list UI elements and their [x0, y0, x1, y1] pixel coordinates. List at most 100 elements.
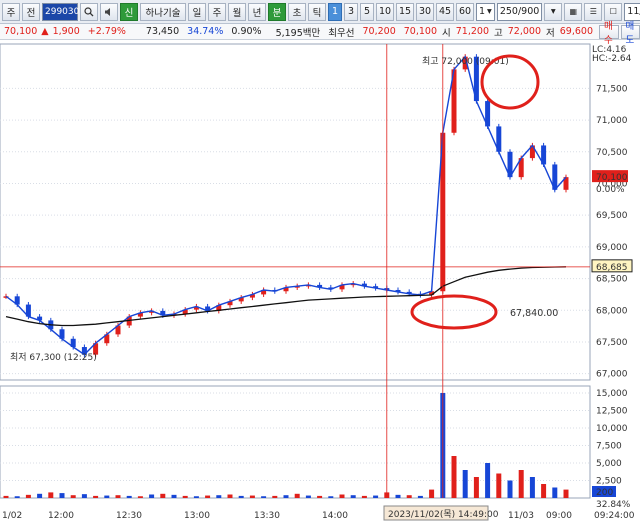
volume-bar: [205, 495, 211, 498]
volume-bar: [48, 492, 54, 498]
stock-name-label[interactable]: 하나기술: [140, 2, 186, 21]
volume-bar: [395, 494, 401, 498]
volume-bar: [3, 495, 9, 498]
down-arrow-icon[interactable]: ▾: [544, 2, 563, 21]
time-tick-label: 12:30: [116, 511, 142, 521]
interval-dropdown-value: 1: [479, 6, 486, 17]
volume-bar: [14, 496, 20, 498]
stock-code-input[interactable]: 299030: [42, 2, 79, 21]
stock-chart-window: 주 전 299030 신 하나기술 일 주 월 년 분 초 틱 1 3 5 10…: [0, 0, 640, 524]
volume-bar: [373, 495, 379, 498]
price-tick-label: 67,000: [596, 370, 628, 380]
volume-bar: [507, 480, 513, 498]
price-tick-label: 68,500: [596, 275, 628, 285]
volume-bar: [406, 495, 412, 498]
volume-value: 73,450: [145, 26, 180, 37]
high-label: 고: [494, 27, 503, 39]
volume-tick-label: 12,500: [596, 407, 628, 417]
interval-15[interactable]: 15: [396, 2, 414, 21]
interval-dropdown[interactable]: 1 ▾: [476, 2, 495, 21]
volume-bar: [451, 456, 457, 498]
open-price: 71,200: [455, 26, 489, 37]
tab-minute[interactable]: 분: [268, 2, 286, 21]
speaker-icon[interactable]: [100, 2, 118, 21]
search-icon[interactable]: [80, 2, 98, 21]
volume-bar: [93, 495, 99, 498]
interval-1[interactable]: 1: [328, 2, 342, 21]
tab-second[interactable]: 초: [288, 2, 306, 21]
current-price: 70,100: [4, 26, 38, 37]
high-price: 72,000: [507, 26, 541, 37]
tab-day[interactable]: 일: [188, 2, 206, 21]
best-offer-ask: 70,200: [362, 26, 396, 37]
chevron-down-icon: ▾: [487, 6, 492, 17]
volume-bar: [104, 495, 110, 498]
interval-10[interactable]: 10: [376, 2, 394, 21]
price-tick-label: 71,500: [596, 84, 628, 94]
volume-bar: [59, 493, 65, 498]
volume-bar: [261, 496, 267, 498]
price-chart[interactable]: 6,920(4.7%)23,060(15.8%)11,860(8.1%)27,4…: [0, 40, 640, 524]
time-tick-label: 13:30: [254, 511, 280, 521]
volume-tick-label: 7,500: [596, 442, 622, 452]
volume-bar: [462, 470, 468, 498]
price-panel: [0, 43, 591, 381]
count-display[interactable]: 250/900: [496, 2, 543, 21]
volume-bar: [473, 477, 479, 498]
list-icon[interactable]: ☰: [584, 2, 603, 21]
volume-bar: [541, 484, 547, 498]
volume-bar: [115, 495, 121, 498]
volume-bar: [238, 495, 244, 498]
volume-bar: [361, 495, 367, 498]
volume-bar: [283, 495, 289, 498]
volume-bar: [339, 494, 345, 498]
sell-button[interactable]: 매도: [620, 21, 640, 46]
volume-rate-tag: 32.84%: [596, 500, 631, 510]
tab-month[interactable]: 월: [228, 2, 246, 21]
open-label: 시: [442, 27, 451, 39]
price-tick-label: 68,000: [596, 306, 628, 316]
time-tick-label: 11/03: [508, 511, 534, 521]
volume-bar: [227, 494, 233, 498]
volume-bar: [529, 477, 535, 498]
buy-button[interactable]: 매수: [599, 21, 619, 46]
volume-panel: [0, 385, 591, 499]
volume-bar: [272, 495, 278, 498]
time-tick-label: 13:00: [184, 511, 210, 521]
best-offer-label: 최우선: [328, 27, 355, 39]
stock-credit-badge: 신: [120, 2, 138, 21]
date-tooltip: 2023/11/02(목) 14:49:00: [388, 509, 499, 520]
interval-60[interactable]: 60: [456, 2, 474, 21]
quote-bar: 70,100 ▲ 1,900 +2.79% 73,450 34.74% 0.90…: [0, 21, 640, 46]
ratio-2: 0.90%: [231, 26, 262, 37]
change-rate: +2.79%: [87, 26, 126, 37]
interval-30[interactable]: 30: [416, 2, 434, 21]
grid-icon[interactable]: ▦: [564, 2, 583, 21]
volume-tick-label: 15,000: [596, 389, 628, 399]
tab-tick[interactable]: 틱: [308, 2, 326, 21]
price-tick-label: 67,500: [596, 338, 628, 348]
volume-bar: [350, 495, 356, 498]
chart-toolbar: 주 전 299030 신 하나기술 일 주 월 년 분 초 틱 1 3 5 10…: [0, 0, 640, 24]
volume-bar: [496, 473, 502, 498]
tab-year[interactable]: 년: [248, 2, 266, 21]
mode-selector[interactable]: 주: [2, 2, 20, 21]
volume-bar: [216, 495, 222, 498]
volume-bar: [137, 496, 143, 498]
market-selector[interactable]: 전: [22, 2, 40, 21]
volume-bar: [160, 493, 166, 498]
best-offer-bid: 70,100: [403, 26, 437, 37]
time-tag: 09:24:00: [594, 511, 635, 521]
interval-3[interactable]: 3: [344, 2, 358, 21]
price-tick-label: 70,500: [596, 148, 628, 158]
volume-bar: [317, 495, 323, 498]
volume-bar: [70, 495, 76, 498]
volume-bar: [149, 494, 155, 498]
tab-week[interactable]: 주: [208, 2, 226, 21]
price-tick-label: 69,000: [596, 243, 628, 253]
volume-bar: [294, 493, 300, 498]
interval-45[interactable]: 45: [436, 2, 454, 21]
interval-5[interactable]: 5: [360, 2, 374, 21]
ma-price-tag: 68,685: [596, 263, 628, 273]
time-tick-label: 14:00: [322, 511, 348, 521]
